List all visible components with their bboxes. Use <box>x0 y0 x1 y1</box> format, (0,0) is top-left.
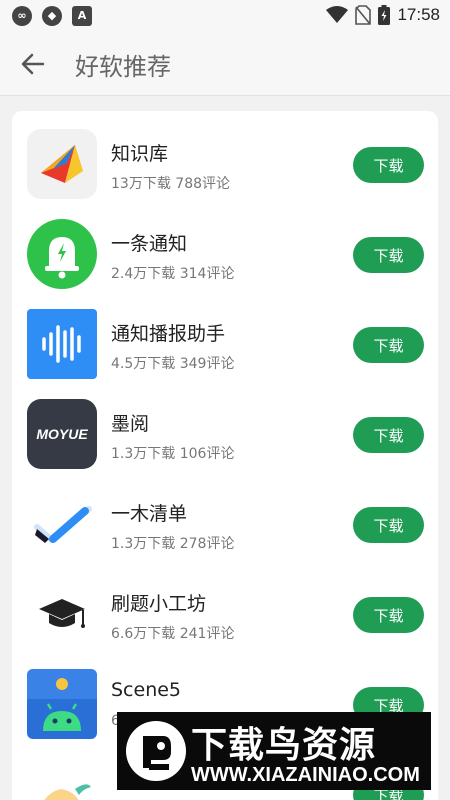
a-app-icon: A <box>72 6 92 26</box>
wifi-icon <box>326 6 349 23</box>
arrow-left-icon <box>21 53 45 75</box>
bird-logo-icon <box>126 721 186 781</box>
download-count: 2.4万下载 <box>111 266 176 282</box>
app-stats: 1.3万下载 278评论 <box>111 533 234 553</box>
watermark-title: 下载鸟资源 <box>191 725 377 766</box>
back-button[interactable] <box>18 50 48 78</box>
list-item[interactable]: 一条通知 2.4万下载 314评论 下载 <box>12 201 438 291</box>
app-name: 知识库 <box>111 143 169 165</box>
download-button[interactable]: 下载 <box>353 597 424 633</box>
comment-count: 106评论 <box>179 446 235 462</box>
app-stats: 1.3万下载 106评论 <box>111 443 234 463</box>
comment-count: 278评论 <box>179 536 235 552</box>
watermark-overlay: 下载鸟资源 WWW.XIAZAINIAO.COM <box>117 712 431 790</box>
watermark-url: WWW.XIAZAINIAO.COM <box>191 764 420 786</box>
download-count: 1.3万下载 <box>111 446 176 462</box>
list-item[interactable]: 刷题小工坊 6.6万下载 241评论 下载 <box>12 561 438 651</box>
app-stats: 13万下载 788评论 <box>111 173 230 193</box>
moyue-logo-icon: MOYUE <box>27 399 97 469</box>
download-button[interactable]: 下载 <box>353 417 424 453</box>
checkmark-pencil-icon <box>27 489 97 559</box>
sound-wave-icon <box>27 309 97 379</box>
download-button[interactable]: 下载 <box>353 237 424 273</box>
app-name: 通知播报助手 <box>111 323 226 345</box>
bell-notification-icon <box>27 219 97 289</box>
comment-count: 241评论 <box>179 626 235 642</box>
app-name: 墨阅 <box>111 413 150 435</box>
app-name: Scene5 <box>111 679 182 701</box>
download-button[interactable]: 下载 <box>353 147 424 183</box>
clock: 17:58 <box>397 5 440 24</box>
app-name: 一木清单 <box>111 503 188 525</box>
knowledge-base-icon <box>27 129 97 199</box>
app-bar: 好软推荐 <box>0 32 450 96</box>
app-list: 知识库 13万下载 788评论 下载 一条通知 2.4万下载 314评论 下载 … <box>12 111 438 800</box>
notification-icons: ∞ ◆ A <box>12 6 92 26</box>
shield-app-icon: ◆ <box>42 6 62 26</box>
list-item[interactable]: 一木清单 1.3万下载 278评论 下载 <box>12 471 438 561</box>
cartoon-character-icon <box>27 759 97 800</box>
app-name: 刷题小工坊 <box>111 593 207 615</box>
download-count: 4.5万下载 <box>111 356 176 372</box>
status-bar: ∞ ◆ A 17:58 <box>0 0 450 32</box>
svg-text:MOYUE: MOYUE <box>36 426 88 442</box>
comment-count: 314评论 <box>179 266 235 282</box>
no-sim-icon <box>355 5 372 25</box>
download-count: 13万下载 <box>111 176 171 192</box>
infinity-app-icon: ∞ <box>12 6 32 26</box>
battery-icon <box>378 5 391 25</box>
download-count: 1.3万下载 <box>111 536 176 552</box>
android-robot-icon <box>27 669 97 739</box>
page-title: 好软推荐 <box>75 53 171 81</box>
graduation-cap-icon <box>27 579 97 649</box>
app-stats: 2.4万下载 314评论 <box>111 263 234 283</box>
app-stats: 4.5万下载 349评论 <box>111 353 234 373</box>
comment-count: 788评论 <box>175 176 231 192</box>
app-stats: 6.6万下载 241评论 <box>111 623 234 643</box>
app-name: 一条通知 <box>111 233 188 255</box>
download-count: 6.6万下载 <box>111 626 176 642</box>
download-button[interactable]: 下载 <box>353 507 424 543</box>
list-item[interactable]: 知识库 13万下载 788评论 下载 <box>12 111 438 201</box>
download-button[interactable]: 下载 <box>353 327 424 363</box>
list-item[interactable]: MOYUE 墨阅 1.3万下载 106评论 下载 <box>12 381 438 471</box>
comment-count: 349评论 <box>179 356 235 372</box>
list-item[interactable]: 通知播报助手 4.5万下载 349评论 下载 <box>12 291 438 381</box>
